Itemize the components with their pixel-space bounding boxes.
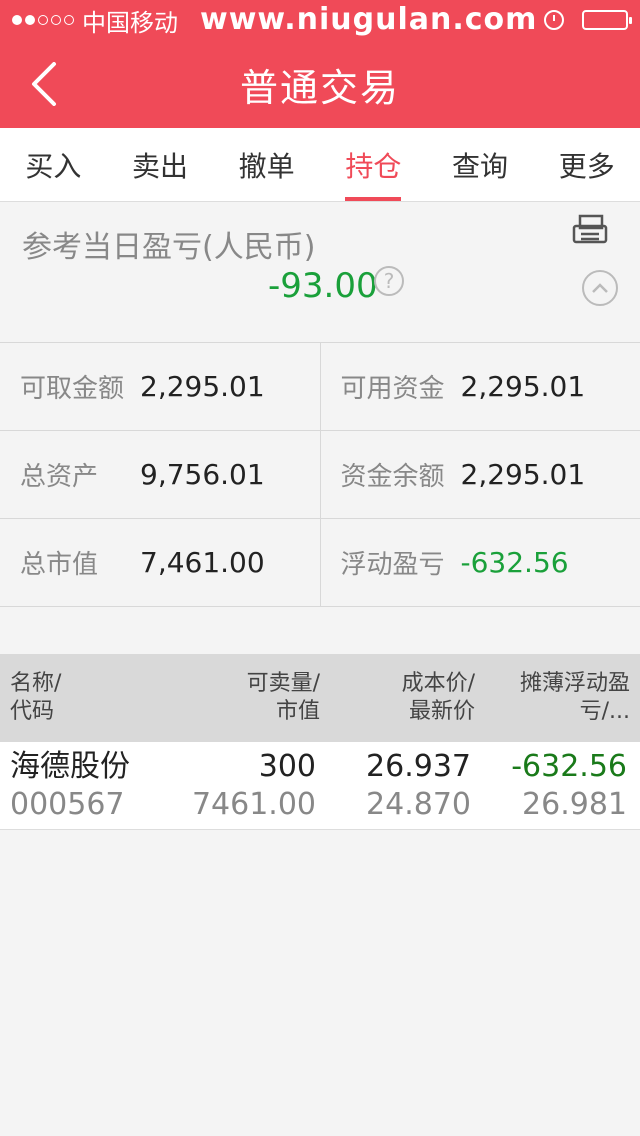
holdings-table-header: 名称/ 代码 可卖量/ 市值 成本价/ 最新价 摊薄浮动盈 亏/... — [0, 654, 640, 742]
column-header-line: 成本价/ — [401, 671, 475, 696]
available-value: 2,295.01 — [460, 370, 586, 403]
column-header-line: 代码 — [10, 699, 55, 724]
available-label: 可用资金 — [340, 374, 445, 404]
column-header-line: 最新价 — [408, 699, 475, 724]
tab-buy[interactable]: 买入 — [0, 128, 107, 201]
diluted-cost: 26.981 — [522, 786, 627, 822]
column-header-sellable[interactable]: 可卖量/ 市值 — [170, 654, 320, 742]
tab-more[interactable]: 更多 — [533, 128, 640, 201]
tab-bar: 买入 卖出 撤单 持仓 查询 更多 — [0, 128, 640, 202]
stock-name: 海德股份 — [10, 748, 130, 784]
total-assets-label: 总资产 — [20, 462, 99, 492]
sellable-qty: 300 — [258, 748, 316, 784]
page-title: 普通交易 — [239, 65, 400, 110]
floating-pnl: -632.56 — [511, 748, 627, 784]
tab-sell[interactable]: 卖出 — [107, 128, 214, 201]
cost-price: 26.937 — [366, 748, 471, 784]
column-header-line: 名称/ — [10, 671, 62, 696]
watermark: www.niugulan.com — [200, 2, 538, 37]
tab-cancel[interactable]: 撤单 — [213, 128, 320, 201]
chevron-left-icon — [32, 62, 56, 106]
latest-price: 24.870 — [366, 786, 471, 822]
daily-pnl-panel: 参考当日盈亏(人民币) -93.00 ? — [0, 202, 640, 342]
account-summary: 可取金额 2,295.01 可用资金 2,295.01 总资产 9,756.01… — [0, 342, 640, 608]
column-header-line: 市值 — [275, 699, 320, 724]
column-header-line: 摊薄浮动盈 — [519, 671, 630, 696]
tab-positions[interactable]: 持仓 — [320, 128, 427, 201]
nav-bar: 普通交易 — [0, 40, 640, 128]
help-icon[interactable]: ? — [374, 266, 404, 296]
alarm-icon — [544, 10, 564, 30]
daily-pnl-value: -93.00 — [268, 266, 378, 306]
battery-icon — [582, 10, 632, 30]
total-assets-value: 9,756.01 — [140, 458, 265, 491]
withdrawable-value: 2,295.01 — [140, 370, 265, 403]
market-value-value: 7,461.00 — [140, 546, 265, 579]
column-header-cost[interactable]: 成本价/ 最新价 — [320, 654, 475, 742]
market-value: 7461.00 — [191, 786, 316, 822]
collapse-button[interactable] — [582, 270, 618, 306]
balance-value: 2,295.01 — [460, 458, 586, 491]
column-header-diluted-pnl[interactable]: 摊薄浮动盈 亏/... — [475, 654, 630, 742]
market-value-label: 总市值 — [20, 550, 99, 580]
daily-pnl-label: 参考当日盈亏(人民币) — [22, 230, 316, 265]
tab-query[interactable]: 查询 — [427, 128, 534, 201]
chevron-up-icon — [592, 283, 608, 293]
floating-pnl-label: 浮动盈亏 — [340, 550, 445, 580]
floating-pnl-value: -632.56 — [460, 546, 569, 579]
table-row[interactable]: 海德股份 000567 300 7461.00 26.937 24.870 -6… — [0, 742, 640, 830]
withdrawable-label: 可取金额 — [20, 374, 125, 404]
signal-strength-icon — [12, 15, 74, 25]
balance-label: 资金余额 — [340, 462, 445, 492]
column-header-line: 可卖量/ — [246, 671, 320, 696]
back-button[interactable] — [24, 60, 64, 108]
column-header-name[interactable]: 名称/ 代码 — [0, 654, 170, 742]
print-icon[interactable] — [572, 214, 608, 250]
column-header-line: 亏/... — [579, 699, 630, 724]
carrier-label: 中国移动 — [82, 8, 178, 37]
status-bar: 中国移动 www.niugulan.com — [0, 0, 640, 40]
stock-code: 000567 — [10, 786, 125, 822]
